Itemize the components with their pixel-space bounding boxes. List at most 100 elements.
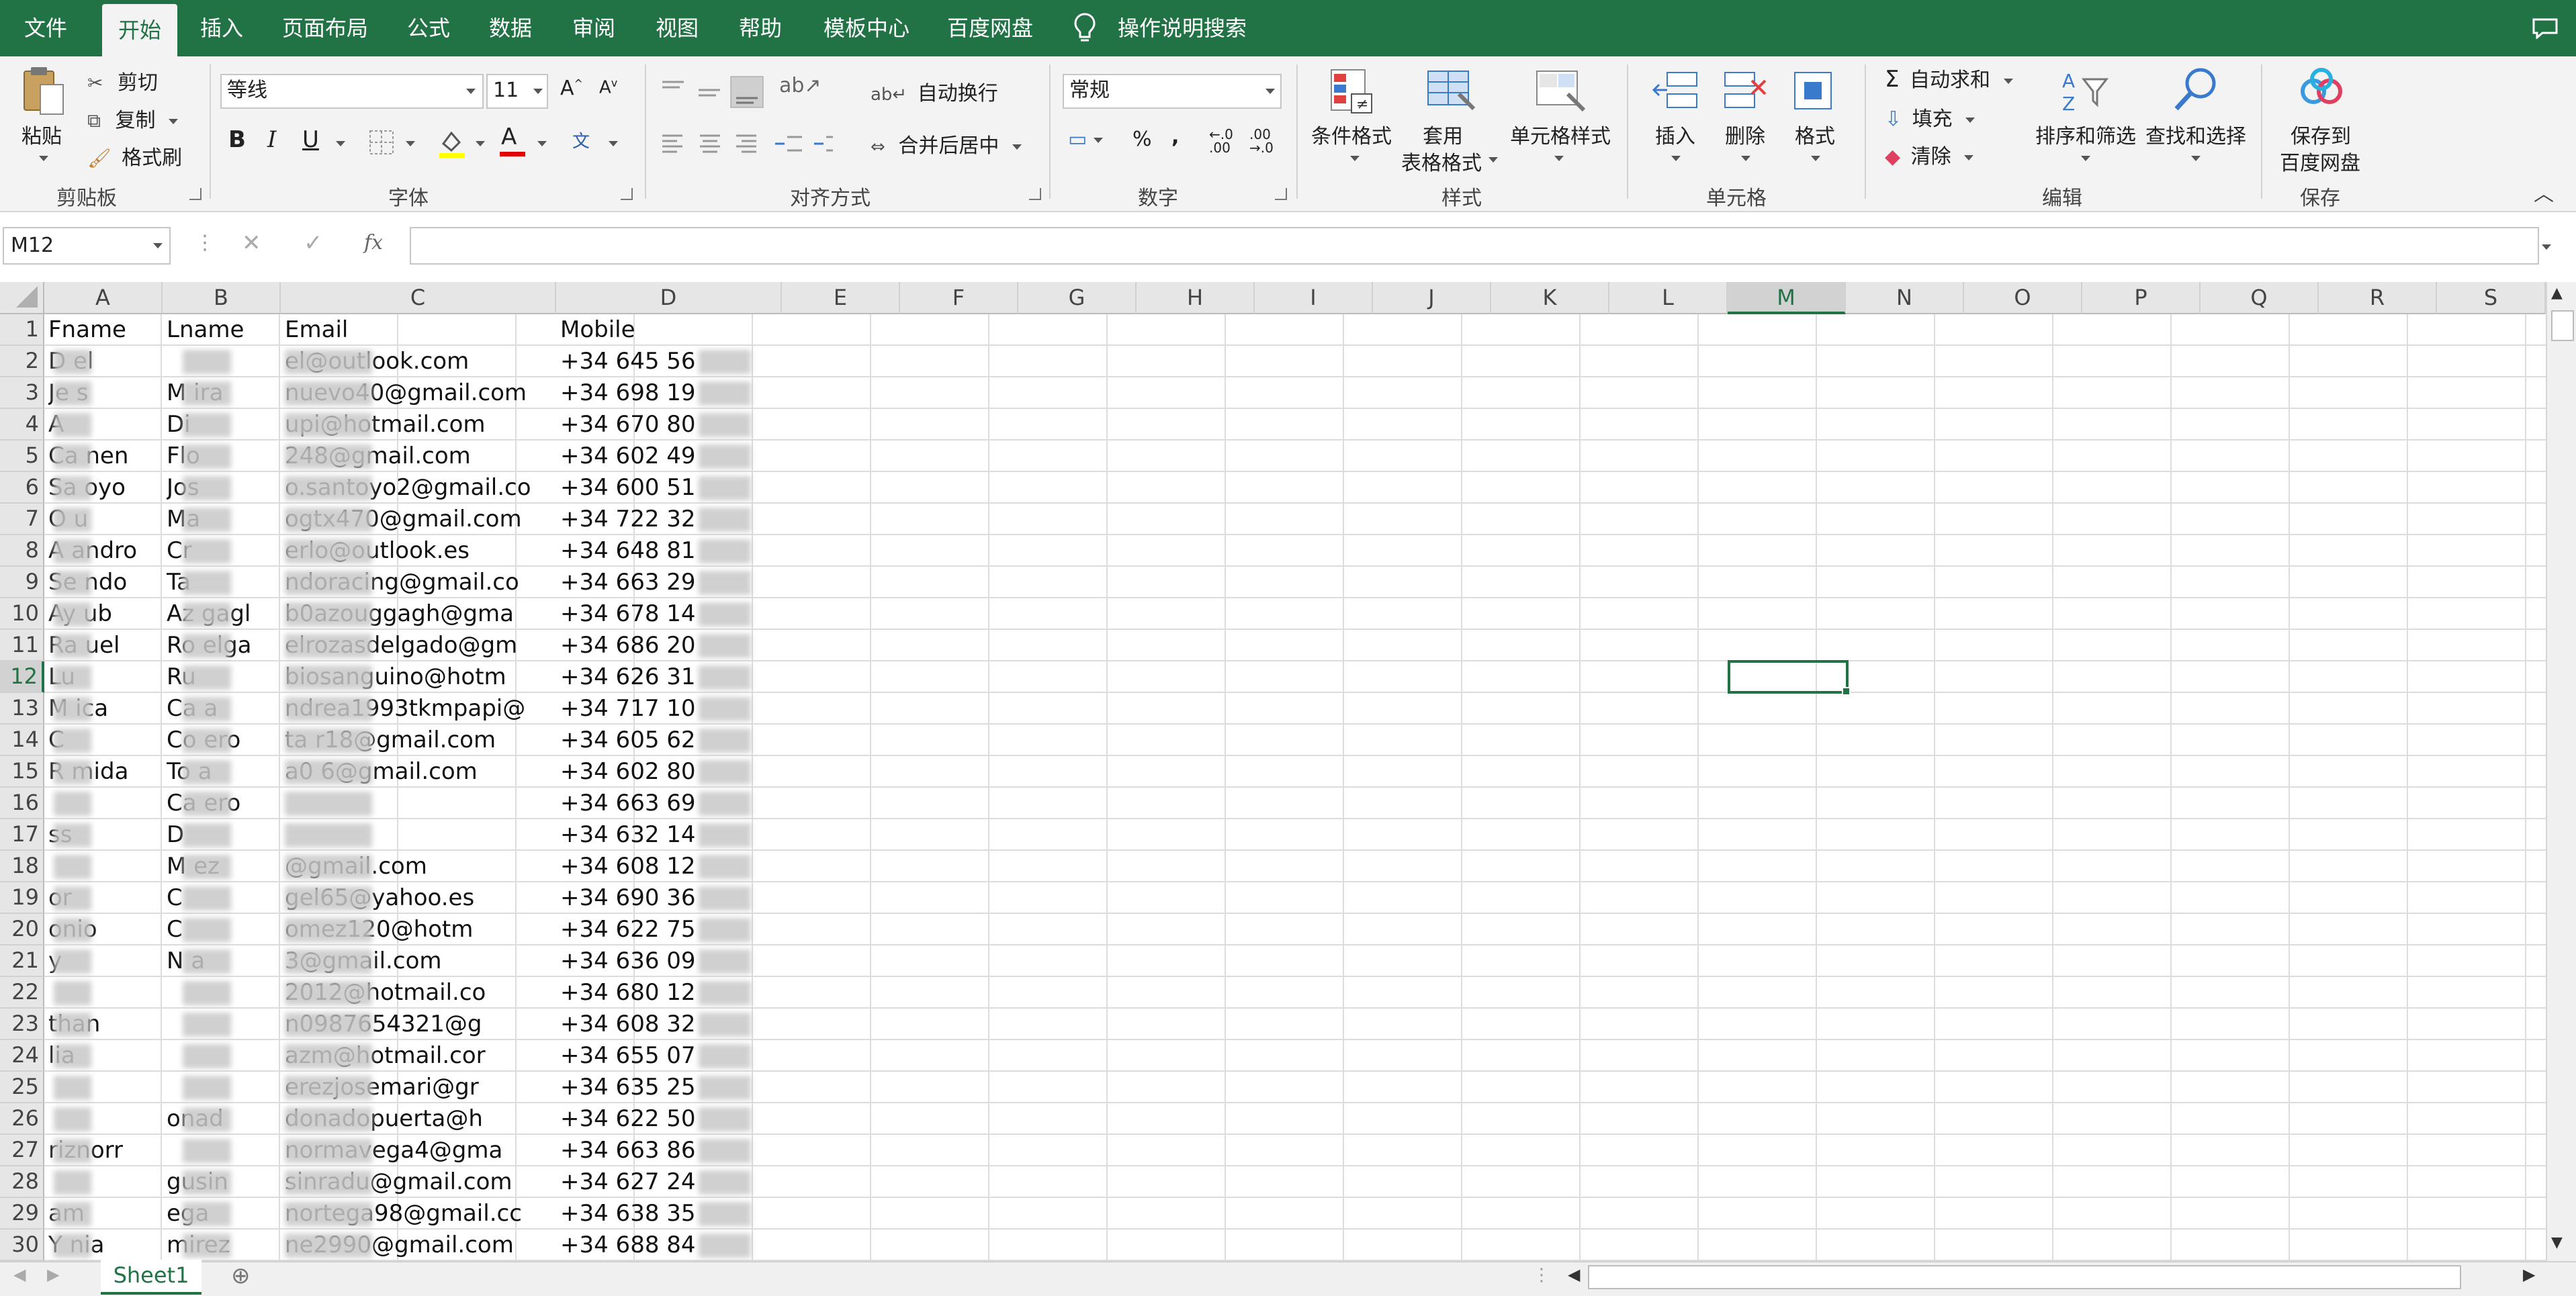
sheet-tab-sheet1[interactable]: Sheet1 [101,1260,202,1295]
select-all-corner[interactable] [0,282,44,314]
row-header-13[interactable]: 13 [0,693,44,725]
tab-file[interactable]: 文件 [24,0,67,56]
column-header-h[interactable]: H [1137,282,1255,314]
baidu-netdisk-icon[interactable] [2296,66,2347,111]
column-header-l[interactable]: L [1609,282,1728,314]
format-as-table-line1[interactable]: 套用 [1423,120,1463,149]
font-size-select[interactable]: 11 [486,74,548,109]
cell-c1[interactable]: Email [285,314,556,346]
column-header-n[interactable]: N [1846,282,1964,314]
font-color-button[interactable]: A [501,124,517,150]
format-as-table-icon[interactable] [1425,67,1476,115]
horizontal-scroll-thumb[interactable] [1588,1265,2461,1289]
autosum-button[interactable]: Σ 自动求和 [1885,63,2013,93]
row-header-26[interactable]: 26 [0,1103,44,1135]
row-header-20[interactable]: 20 [0,914,44,945]
cut-button[interactable]: ✂ 剪切 [87,66,158,95]
decrease-font-size-button[interactable]: Av [599,77,617,98]
paste-icon[interactable] [20,64,69,118]
scroll-right-icon[interactable]: ▶ [2523,1265,2535,1284]
row-header-5[interactable]: 5 [0,441,44,472]
merge-dropdown-icon[interactable] [1012,144,1022,150]
column-header-m[interactable]: M [1728,282,1846,314]
save-to-netdisk-line1[interactable]: 保存到 [2291,120,2351,149]
underline-dropdown-icon[interactable] [336,141,345,146]
tab-baidu-netdisk[interactable]: 百度网盘 [947,0,1033,56]
cell-d1[interactable]: Mobile [560,314,752,346]
increase-decimal-icon[interactable]: ←.0.00 [1209,128,1233,154]
copy-dropdown-icon[interactable] [169,118,179,124]
font-launcher-icon[interactable] [621,188,633,200]
column-header-s[interactable]: S [2437,282,2546,314]
find-select-icon[interactable] [2171,64,2222,115]
row-header-22[interactable]: 22 [0,977,44,1009]
delete-button[interactable]: 删除 [1725,120,1765,149]
column-header-p[interactable]: P [2082,282,2201,314]
tab-home[interactable]: 开始 [102,4,178,56]
row-header-7[interactable]: 7 [0,504,44,535]
save-to-netdisk-line2[interactable]: 百度网盘 [2280,146,2360,176]
tab-review[interactable]: 审阅 [572,0,615,56]
collapse-ribbon-icon[interactable]: ︿ [2534,177,2554,207]
delete-cells-icon[interactable] [1721,67,1769,115]
tab-template-center[interactable]: 模板中心 [824,0,909,56]
currency-icon[interactable]: ▭ [1068,128,1104,151]
format-as-table-line2[interactable]: 表格格式 [1401,146,1482,176]
row-header-28[interactable]: 28 [0,1166,44,1198]
comment-icon[interactable] [2532,17,2559,39]
scroll-left-icon[interactable]: ◀ [1568,1265,1580,1284]
tab-data[interactable]: 数据 [489,0,532,56]
format-painter-button[interactable]: 🖌 格式刷 [87,141,182,171]
cancel-icon[interactable]: ✕ [242,230,261,257]
increase-font-size-button[interactable]: A^ [560,77,583,100]
column-header-f[interactable]: F [900,282,1018,314]
row-header-21[interactable]: 21 [0,945,44,977]
row-header-8[interactable]: 8 [0,535,44,567]
row-header-23[interactable]: 23 [0,1009,44,1040]
row-header-17[interactable]: 17 [0,819,44,851]
bold-button[interactable]: B [228,126,246,153]
insert-function-icon[interactable]: fx [364,231,383,254]
number-format-select[interactable]: 常规 [1063,74,1282,109]
sort-filter-button[interactable]: 排序和筛选 [2035,120,2136,149]
column-header-a[interactable]: A [44,282,163,314]
next-sheet-icon[interactable]: ▶ [47,1265,59,1284]
insert-button[interactable]: 插入 [1655,120,1695,149]
phonetic-dropdown-icon[interactable] [609,141,618,146]
cell-b1[interactable]: Lname [167,314,281,346]
row-header-11[interactable]: 11 [0,630,44,661]
vertical-scrollbar[interactable] [2546,282,2576,1261]
format-button[interactable]: 格式 [1795,120,1835,149]
tab-view[interactable]: 视图 [656,0,699,56]
cell-styles-icon[interactable] [1533,67,1587,115]
italic-button[interactable]: I [267,126,276,153]
row-header-12[interactable]: 12 [0,661,44,693]
row-header-18[interactable]: 18 [0,851,44,882]
tab-insert[interactable]: 插入 [200,0,243,56]
decrease-decimal-icon[interactable]: .00 →.0 [1249,128,1274,154]
find-select-button[interactable]: 查找和选择 [2145,120,2246,149]
borders-icon[interactable] [368,129,395,156]
number-launcher-icon[interactable] [1275,188,1287,200]
vertical-align-icons[interactable] [660,75,767,109]
add-sheet-icon[interactable]: ⊕ [231,1262,251,1289]
cell-a1[interactable]: Fname [48,314,163,346]
column-header-k[interactable]: K [1491,282,1609,314]
row-header-3[interactable]: 3 [0,377,44,409]
row-header-10[interactable]: 10 [0,598,44,630]
row-header-4[interactable]: 4 [0,409,44,441]
fill-button[interactable]: ⇩ 填充 [1885,102,1975,132]
underline-button[interactable]: U [302,126,319,153]
tab-help[interactable]: 帮助 [739,0,782,56]
copy-button[interactable]: ⧉ 复制 [87,103,179,133]
selected-cell-M12[interactable] [1728,660,1851,696]
scroll-up-icon[interactable]: ▲ [2551,285,2563,302]
merge-center-button[interactable]: ⇔ 合并后居中 [871,129,1022,158]
row-header-9[interactable]: 9 [0,567,44,598]
paste-button[interactable]: 粘贴 [21,120,62,149]
font-family-select[interactable]: 等线 [220,74,484,109]
column-header-r[interactable]: R [2319,282,2437,314]
column-header-c[interactable]: C [281,282,556,314]
column-header-b[interactable]: B [163,282,281,314]
alignment-launcher-icon[interactable] [1029,188,1041,200]
